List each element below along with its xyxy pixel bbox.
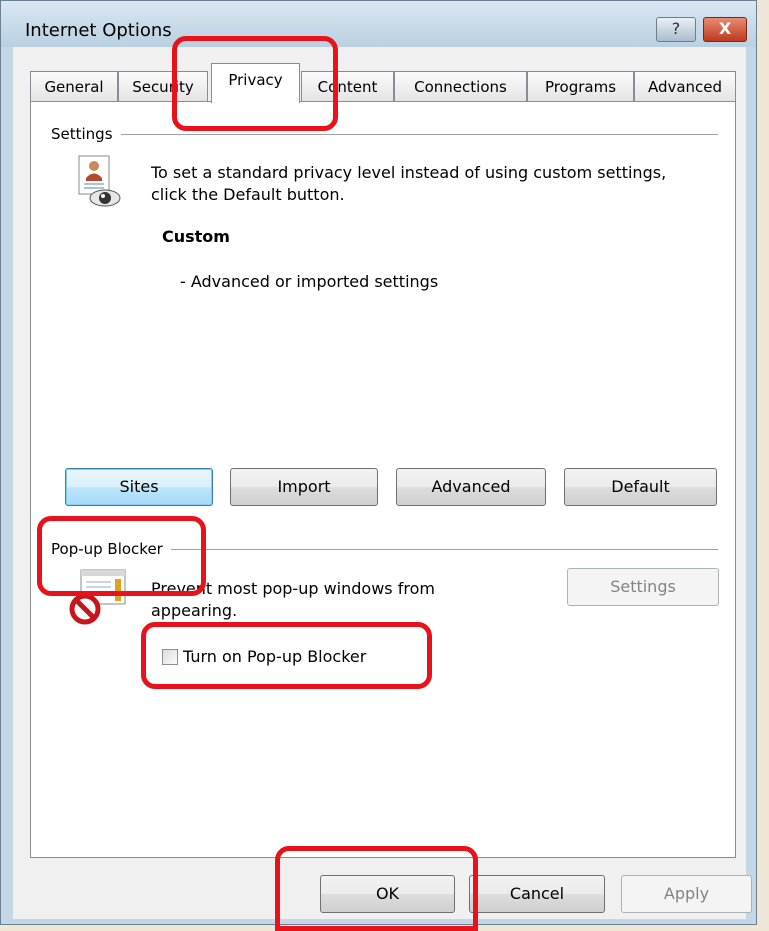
settings-group-line	[51, 134, 718, 135]
settings-group-label: Settings	[51, 125, 121, 143]
tab-advanced[interactable]: Advanced	[634, 71, 736, 102]
help-button[interactable]: ?	[656, 17, 696, 42]
import-button[interactable]: Import	[230, 468, 378, 506]
default-button[interactable]: Default	[564, 468, 717, 506]
ok-button-highlight	[275, 846, 478, 931]
help-icon: ?	[671, 19, 681, 38]
privacy-level-name: Custom	[162, 227, 230, 246]
close-button[interactable]: X	[703, 17, 747, 42]
sites-button[interactable]: Sites	[65, 468, 213, 506]
cancel-button[interactable]: Cancel	[469, 875, 605, 913]
apply-button[interactable]: Apply	[621, 875, 752, 913]
privacy-tab-highlight	[172, 36, 338, 131]
window-title: Internet Options	[25, 20, 172, 41]
close-icon: X	[718, 19, 732, 38]
tab-programs[interactable]: Programs	[527, 71, 634, 102]
advanced-button[interactable]: Advanced	[396, 468, 546, 506]
privacy-level-detail: - Advanced or imported settings	[180, 272, 439, 291]
popup-blocker-settings-button[interactable]: Settings	[567, 568, 719, 606]
popup-checkbox-highlight	[141, 622, 432, 689]
tab-general[interactable]: General	[30, 71, 118, 102]
settings-description: To set a standard privacy level instead …	[151, 163, 667, 204]
title-bar[interactable]: Internet Options ? X	[1, 1, 756, 47]
privacy-settings-icon	[73, 154, 123, 209]
privacy-tab-panel: Settings To set a standard privacy level…	[30, 101, 736, 858]
tab-connections[interactable]: Connections	[394, 71, 527, 102]
popup-blocker-label-highlight	[37, 516, 206, 596]
